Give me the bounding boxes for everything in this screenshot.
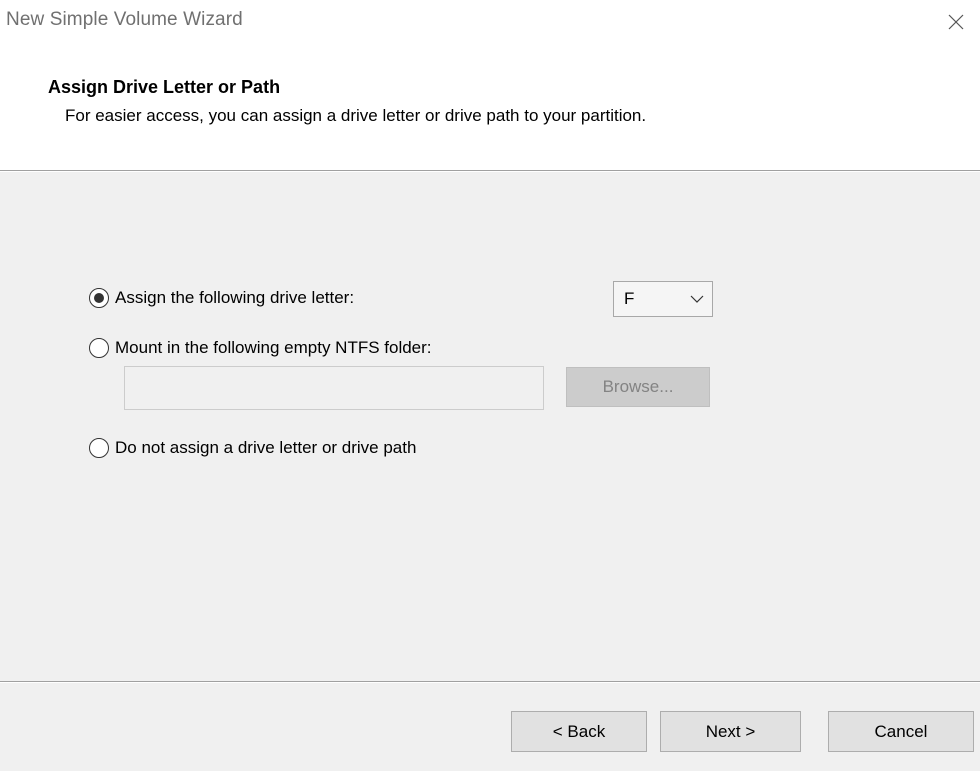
chevron-down-icon bbox=[690, 295, 704, 303]
mount-folder-option[interactable]: Mount in the following empty NTFS folder… bbox=[89, 338, 432, 358]
radio-selected-dot bbox=[94, 293, 104, 303]
window-title: New Simple Volume Wizard bbox=[6, 9, 243, 30]
no-assign-option[interactable]: Do not assign a drive letter or drive pa… bbox=[89, 438, 416, 458]
wizard-body bbox=[0, 172, 980, 681]
drive-letter-dropdown[interactable]: F bbox=[613, 281, 713, 317]
close-button[interactable] bbox=[932, 0, 980, 44]
wizard-window: New Simple Volume Wizard Assign Drive Le… bbox=[0, 0, 980, 771]
browse-button[interactable]: Browse... bbox=[566, 367, 710, 407]
title-bar: New Simple Volume Wizard bbox=[0, 0, 980, 44]
folder-path-input[interactable] bbox=[124, 366, 544, 410]
drive-letter-value: F bbox=[624, 289, 635, 308]
back-button[interactable]: < Back bbox=[511, 711, 647, 752]
mount-folder-label: Mount in the following empty NTFS folder… bbox=[115, 338, 432, 357]
next-button[interactable]: Next > bbox=[660, 711, 801, 752]
dropdown-arrow bbox=[682, 295, 712, 303]
mount-folder-radio[interactable] bbox=[89, 338, 109, 358]
page-title: Assign Drive Letter or Path bbox=[48, 77, 281, 97]
close-icon bbox=[948, 14, 964, 30]
no-assign-radio[interactable] bbox=[89, 438, 109, 458]
assign-letter-radio[interactable] bbox=[89, 288, 109, 308]
page-subtitle: For easier access, you can assign a driv… bbox=[65, 106, 647, 125]
no-assign-label: Do not assign a drive letter or drive pa… bbox=[115, 438, 417, 457]
assign-letter-label: Assign the following drive letter: bbox=[115, 288, 355, 307]
assign-letter-option[interactable]: Assign the following drive letter: bbox=[89, 288, 354, 308]
wizard-header: Assign Drive Letter or Path For easier a… bbox=[0, 44, 980, 170]
cancel-button[interactable]: Cancel bbox=[828, 711, 974, 752]
